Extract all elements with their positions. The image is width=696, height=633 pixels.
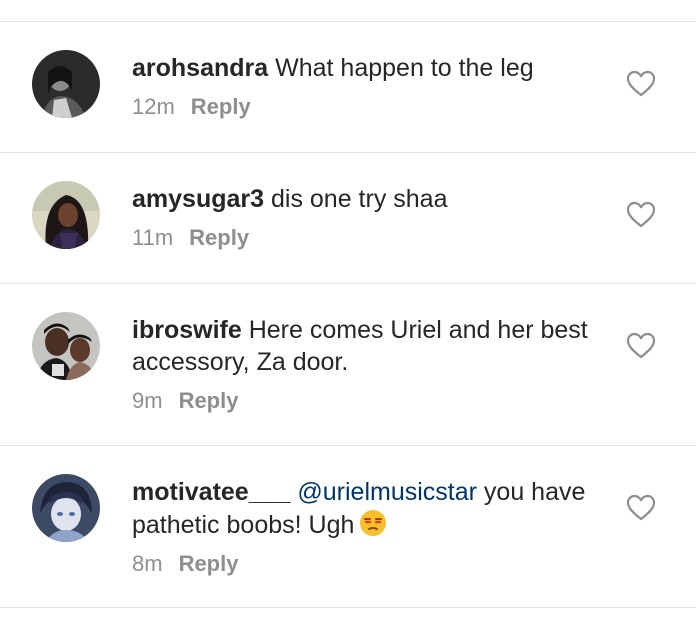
- comment-text: ibroswife Here comes Uriel and her best …: [132, 314, 612, 378]
- reply-button[interactable]: Reply: [179, 551, 239, 576]
- comment-timestamp: 11m: [132, 225, 174, 250]
- comment-meta: 11m Reply: [132, 225, 612, 251]
- comment-text: motivatee___ @urielmusicstar you have pa…: [132, 476, 612, 541]
- heart-icon[interactable]: [626, 201, 656, 229]
- comment-username[interactable]: amysugar3: [132, 185, 264, 213]
- avatar[interactable]: [32, 181, 100, 249]
- reply-button[interactable]: Reply: [189, 225, 249, 250]
- comment-username[interactable]: motivatee___: [132, 478, 290, 506]
- heart-icon[interactable]: [626, 494, 656, 522]
- comment-body: dis one try shaa: [270, 185, 448, 213]
- comment-meta: 12m Reply: [132, 94, 612, 120]
- comment-item: arohsandra What happen to the leg 12m Rep…: [0, 22, 696, 152]
- reply-button[interactable]: Reply: [179, 388, 239, 413]
- avatar[interactable]: [32, 474, 100, 542]
- divider-bottom: [0, 607, 696, 608]
- avatar[interactable]: [32, 50, 100, 118]
- comment-body: What happen to the leg: [275, 54, 534, 82]
- comment-text: arohsandra What happen to the leg: [132, 52, 612, 84]
- comment-meta: 8m Reply: [132, 551, 612, 577]
- comment-item: amysugar3 dis one try shaa 11m Reply: [0, 153, 696, 283]
- comment-username[interactable]: ibroswife: [132, 316, 242, 344]
- comment-text: amysugar3 dis one try shaa: [132, 183, 612, 215]
- comment-item: motivatee___ @urielmusicstar you have pa…: [0, 446, 696, 607]
- avatar[interactable]: [32, 312, 100, 380]
- heart-icon[interactable]: [626, 70, 656, 98]
- comment-timestamp: 9m: [132, 388, 163, 413]
- comment-timestamp: 12m: [132, 94, 175, 119]
- reply-button[interactable]: Reply: [191, 94, 251, 119]
- comment-username[interactable]: arohsandra: [132, 54, 268, 82]
- comment-timestamp: 8m: [132, 551, 163, 576]
- comment-meta: 9m Reply: [132, 388, 612, 414]
- comment-item: ibroswife Here comes Uriel and her best …: [0, 284, 696, 445]
- unamused-face-emoji: [360, 510, 387, 536]
- heart-icon[interactable]: [626, 332, 656, 360]
- comment-mention[interactable]: @urielmusicstar: [297, 478, 477, 506]
